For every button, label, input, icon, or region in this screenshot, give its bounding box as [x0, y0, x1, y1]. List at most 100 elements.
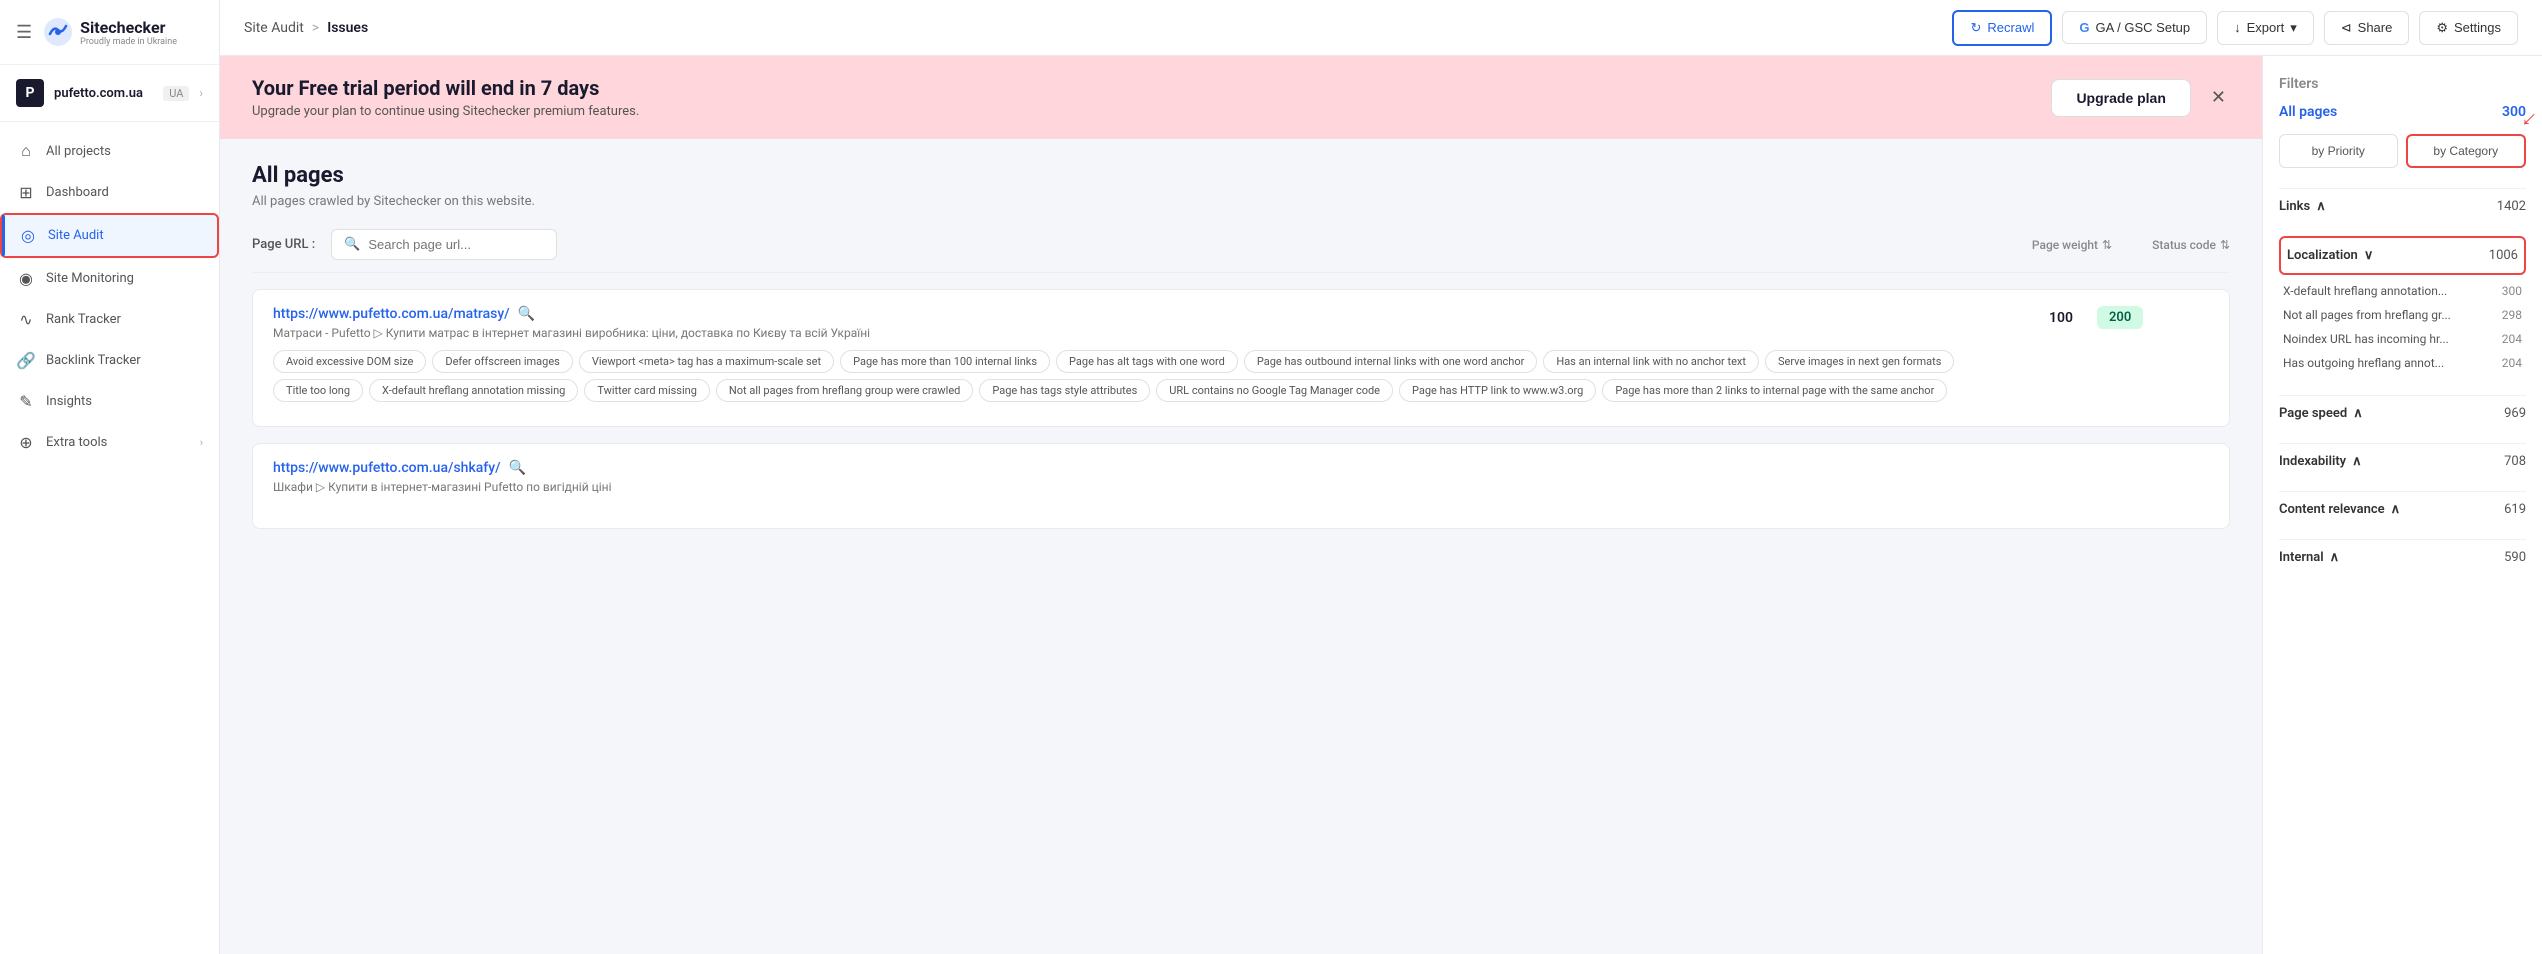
upgrade-button[interactable]: Upgrade plan — [2051, 79, 2190, 117]
recrawl-button[interactable]: ↻ Recrawl — [1952, 10, 2052, 46]
project-badge: UA — [163, 86, 189, 101]
sidebar-item-site-audit[interactable]: ◎ Site Audit — [0, 213, 219, 258]
filter-item-label: X-default hreflang annotation... — [2283, 284, 2447, 298]
tag-item[interactable]: Defer offscreen images — [432, 350, 572, 373]
all-pages-filter[interactable]: All pages 300 — [2279, 104, 2526, 120]
internal-count: 590 — [2504, 550, 2526, 565]
sidebar-item-insights[interactable]: ✎ Insights — [0, 381, 219, 422]
logo-area: Sitechecker Proudly made in Ukraine — [42, 16, 177, 48]
sidebar-item-site-monitoring[interactable]: ◉ Site Monitoring — [0, 258, 219, 299]
rank-icon: ∿ — [16, 310, 36, 329]
chevron-up-icon: ∧ — [2353, 406, 2363, 421]
tag-item[interactable]: Viewport <meta> tag has a maximum-scale … — [579, 350, 834, 373]
links-text: Links — [2279, 199, 2310, 214]
sidebar-item-dashboard[interactable]: ⊞ Dashboard — [0, 172, 219, 213]
sidebar-item-label: Insights — [46, 394, 203, 409]
tag-item[interactable]: Page has HTTP link to www.w3.org — [1399, 379, 1596, 402]
tag-item[interactable]: Page has tags style attributes — [979, 379, 1150, 402]
tag-item[interactable]: Page has more than 100 internal links — [840, 350, 1050, 373]
hamburger-icon[interactable]: ☰ — [16, 22, 32, 43]
trial-banner: Your Free trial period will end in 7 day… — [220, 56, 2262, 139]
monitoring-icon: ◉ — [16, 269, 36, 288]
tag-item[interactable]: URL contains no Google Tag Manager code — [1156, 379, 1393, 402]
sitechecker-logo — [42, 16, 74, 48]
localization-section-header[interactable]: Localization ∨ 1006 — [2279, 236, 2526, 275]
export-button[interactable]: ↓ Export ▾ — [2217, 11, 2314, 45]
localization-items: X-default hreflang annotation... 300 Not… — [2279, 275, 2526, 383]
page-url-link[interactable]: https://www.pufetto.com.ua/shkafy/ — [273, 460, 501, 476]
page-url-link[interactable]: https://www.pufetto.com.ua/matrasy/ — [273, 306, 510, 322]
indexability-section-header[interactable]: Indexability ∧ 708 — [2279, 443, 2526, 479]
trial-subtitle: Upgrade your plan to continue using Site… — [252, 104, 639, 119]
chevron-right-icon: › — [200, 436, 203, 449]
content-relevance-filter-section: Content relevance ∧ 619 — [2279, 491, 2526, 527]
tag-item[interactable]: Has an internal link with no anchor text — [1543, 350, 1759, 373]
page-speed-label: Page speed ∧ — [2279, 406, 2363, 421]
tag-item[interactable]: Serve images in next gen formats — [1765, 350, 1954, 373]
page-metrics: 100 200 — [2049, 306, 2209, 329]
settings-button[interactable]: ⚙ Settings — [2419, 11, 2518, 45]
project-selector[interactable]: P pufetto.com.ua UA › — [0, 65, 219, 122]
topbar: Site Audit > Issues ↻ Recrawl G GA / GSC… — [220, 0, 2542, 56]
tag-item[interactable]: Not all pages from hreflang group were c… — [716, 379, 973, 402]
content-area: Your Free trial period will end in 7 day… — [220, 56, 2262, 954]
sidebar-item-all-projects[interactable]: ⌂ All projects — [0, 130, 219, 172]
tag-item[interactable]: Page has outbound internal links with on… — [1244, 350, 1538, 373]
by-priority-button[interactable]: by Priority — [2279, 134, 2398, 168]
right-panel: Filters All pages 300 ↓ by Priority by C… — [2262, 56, 2542, 954]
sort-icon: ⇅ — [2102, 238, 2112, 252]
export-icon: ↓ — [2234, 20, 2241, 35]
close-banner-button[interactable]: ✕ — [2207, 83, 2230, 112]
search-page-icon[interactable]: 🔍 — [509, 460, 526, 476]
page-description: Матраси - Pufetto ▷ Купити матрас в інте… — [273, 326, 2049, 340]
ga-gsc-button[interactable]: G GA / GSC Setup — [2062, 11, 2207, 44]
sidebar-item-label: Site Monitoring — [46, 271, 203, 286]
tag-item[interactable]: Page has alt tags with one word — [1056, 350, 1238, 373]
settings-label: Settings — [2454, 20, 2501, 35]
filter-item[interactable]: Has outgoing hreflang annot... 204 — [2279, 351, 2526, 375]
page-speed-section-header[interactable]: Page speed ∧ 969 — [2279, 395, 2526, 431]
dashboard-icon: ⊞ — [16, 183, 36, 202]
project-name: pufetto.com.ua — [54, 86, 153, 101]
export-label: Export — [2247, 20, 2285, 35]
breadcrumb-separator: > — [312, 20, 319, 36]
content-relevance-section-header[interactable]: Content relevance ∧ 619 — [2279, 491, 2526, 527]
search-page-icon[interactable]: 🔍 — [518, 306, 535, 322]
status-code-header[interactable]: Status code ⇅ — [2152, 238, 2230, 252]
search-box[interactable]: 🔍 — [331, 229, 557, 260]
search-input[interactable] — [368, 237, 544, 252]
filters-title: Filters — [2279, 76, 2526, 92]
breadcrumb-parent[interactable]: Site Audit — [244, 20, 304, 36]
filter-item[interactable]: X-default hreflang annotation... 300 — [2279, 279, 2526, 303]
sidebar-item-extra-tools[interactable]: ⊕ Extra tools › — [0, 422, 219, 463]
logo-subtitle: Proudly made in Ukraine — [80, 37, 177, 47]
audit-icon: ◎ — [18, 226, 38, 245]
filter-item-count: 298 — [2502, 308, 2522, 322]
tag-item[interactable]: X-default hreflang annotation missing — [369, 379, 578, 402]
sidebar-item-rank-tracker[interactable]: ∿ Rank Tracker — [0, 299, 219, 340]
tag-item[interactable]: Twitter card missing — [584, 379, 710, 402]
filter-item[interactable]: Not all pages from hreflang gr... 298 — [2279, 303, 2526, 327]
links-section-header[interactable]: Links ∧ 1402 — [2279, 188, 2526, 224]
extra-icon: ⊕ — [16, 433, 36, 452]
tag-item[interactable]: Title too long — [273, 379, 363, 402]
filter-item[interactable]: Noindex URL has incoming hr... 204 — [2279, 327, 2526, 351]
chevron-down-icon: ∨ — [2364, 248, 2374, 263]
share-button[interactable]: ⊲ Share — [2324, 11, 2410, 45]
project-icon: P — [16, 79, 44, 107]
page-weight-header[interactable]: Page weight ⇅ — [2032, 238, 2112, 252]
by-category-button[interactable]: by Category — [2406, 134, 2527, 168]
internal-filter-section: Internal ∧ 590 — [2279, 539, 2526, 575]
page-title: All pages — [252, 163, 2230, 188]
insights-icon: ✎ — [16, 392, 36, 411]
tag-item[interactable]: Page has more than 2 links to internal p… — [1602, 379, 1947, 402]
sidebar-item-backlink-tracker[interactable]: 🔗 Backlink Tracker — [0, 340, 219, 381]
sidebar-item-label: Backlink Tracker — [46, 353, 203, 368]
links-count: 1402 — [2497, 199, 2526, 214]
column-headers: Page weight ⇅ Status code ⇅ — [2032, 238, 2230, 252]
share-icon: ⊲ — [2341, 20, 2352, 36]
url-column-label: Page URL : — [252, 237, 315, 252]
tag-item[interactable]: Avoid excessive DOM size — [273, 350, 426, 373]
internal-section-header[interactable]: Internal ∧ 590 — [2279, 539, 2526, 575]
page-speed-count: 969 — [2504, 406, 2526, 421]
